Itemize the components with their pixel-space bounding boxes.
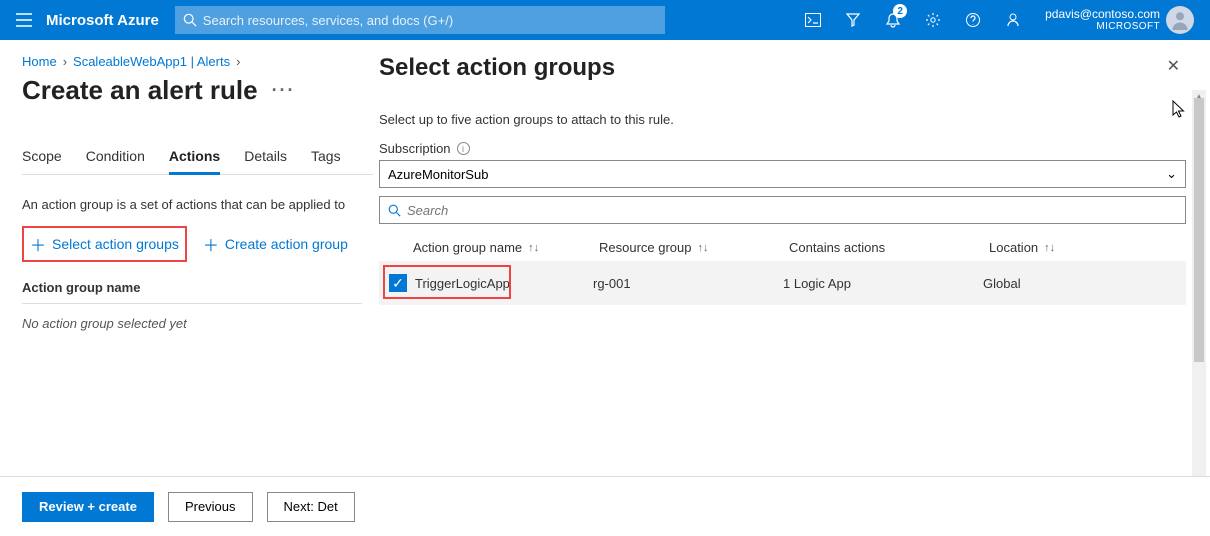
row-rg: rg-001 [593, 276, 631, 291]
topbar-icons: 2 [793, 0, 1033, 40]
tab-scope[interactable]: Scope [22, 148, 62, 175]
panel-subtitle: Select up to five action groups to attac… [379, 112, 1186, 127]
wizard-footer: Review + create Previous Next: Det [0, 476, 1210, 536]
breadcrumb-item-app[interactable]: ScaleableWebApp1 | Alerts [73, 54, 230, 69]
plus-icon: ＋ [203, 232, 219, 256]
next-button[interactable]: Next: Det [267, 492, 355, 522]
row-contains: 1 Logic App [783, 276, 851, 291]
chevron-right-icon: › [236, 54, 240, 69]
hamburger-menu-icon[interactable] [8, 4, 40, 36]
plus-icon: ＋ [30, 232, 46, 256]
tab-details[interactable]: Details [244, 148, 287, 175]
panel-scrollbar[interactable]: ▲ ▼ [1192, 90, 1206, 516]
help-icon[interactable] [953, 0, 993, 40]
col-contains-actions[interactable]: Contains actions [789, 240, 989, 255]
review-create-button[interactable]: Review + create [22, 492, 154, 522]
tab-condition[interactable]: Condition [86, 148, 145, 175]
info-icon[interactable]: i [457, 142, 470, 155]
subscription-label: Subscription i [379, 141, 1186, 156]
row-location: Global [983, 276, 1021, 291]
panel-title: Select action groups [379, 54, 1186, 82]
page-title: Create an alert rule ··· [22, 75, 380, 106]
select-action-groups-label: Select action groups [52, 236, 179, 252]
breadcrumb: Home › ScaleableWebApp1 | Alerts › [22, 54, 380, 69]
more-actions-icon[interactable]: ··· [272, 80, 296, 101]
table-header-row: Action group name↑↓ Resource group↑↓ Con… [379, 234, 1186, 261]
subscription-dropdown[interactable]: AzureMonitorSub ⌄ [379, 160, 1186, 188]
sort-icon: ↑↓ [1044, 242, 1055, 254]
empty-state-message: No action group selected yet [22, 316, 380, 331]
breadcrumb-item-home[interactable]: Home [22, 54, 57, 69]
action-group-search[interactable] [379, 196, 1186, 224]
column-header-action-group-name: Action group name [22, 280, 362, 304]
col-action-group-name[interactable]: Action group name↑↓ [379, 240, 599, 255]
account-email: pdavis@contoso.com [1045, 7, 1160, 21]
close-icon[interactable]: ✕ [1167, 56, 1180, 76]
chevron-down-icon: ⌄ [1166, 166, 1177, 182]
sort-icon: ↑↓ [528, 242, 539, 254]
col-location[interactable]: Location↑↓ [989, 240, 1149, 255]
create-action-group-label: Create action group [225, 236, 348, 252]
directories-filter-icon[interactable] [833, 0, 873, 40]
mouse-cursor-icon [1172, 100, 1186, 118]
action-groups-table: Action group name↑↓ Resource group↑↓ Con… [379, 234, 1186, 305]
col-resource-group[interactable]: Resource group↑↓ [599, 240, 789, 255]
subscription-value: AzureMonitorSub [388, 167, 488, 182]
account-block[interactable]: pdavis@contoso.com MICROSOFT [1045, 7, 1160, 33]
tab-tags[interactable]: Tags [311, 148, 341, 175]
page-title-text: Create an alert rule [22, 75, 258, 106]
cloud-shell-icon[interactable] [793, 0, 833, 40]
previous-button[interactable]: Previous [168, 492, 253, 522]
settings-icon[interactable] [913, 0, 953, 40]
avatar[interactable] [1166, 6, 1194, 34]
sort-icon: ↑↓ [698, 242, 709, 254]
notifications-icon[interactable]: 2 [873, 0, 913, 40]
scrollbar-thumb[interactable] [1194, 98, 1204, 362]
account-tenant: MICROSOFT [1096, 21, 1160, 33]
global-search[interactable] [175, 6, 665, 34]
notifications-badge: 2 [893, 4, 907, 18]
select-action-groups-button[interactable]: ＋ Select action groups [22, 226, 187, 262]
feedback-icon[interactable] [993, 0, 1033, 40]
tab-actions[interactable]: Actions [169, 148, 220, 175]
highlight-box [383, 265, 511, 299]
azure-topbar: Microsoft Azure 2 pdavis@contoso.com MIC… [0, 0, 1210, 40]
global-search-input[interactable] [203, 13, 657, 28]
select-action-groups-panel: Select action groups ✕ Select up to five… [373, 40, 1210, 536]
brand-label[interactable]: Microsoft Azure [46, 12, 159, 29]
wizard-tabs: Scope Condition Actions Details Tags [22, 148, 380, 175]
table-row[interactable]: ✓ TriggerLogicApp rg-001 1 Logic App Glo… [379, 261, 1186, 305]
create-action-group-button[interactable]: ＋ Create action group [201, 226, 350, 262]
action-group-search-input[interactable] [407, 203, 1177, 218]
actions-description: An action group is a set of actions that… [22, 197, 380, 212]
chevron-right-icon: › [63, 54, 67, 69]
